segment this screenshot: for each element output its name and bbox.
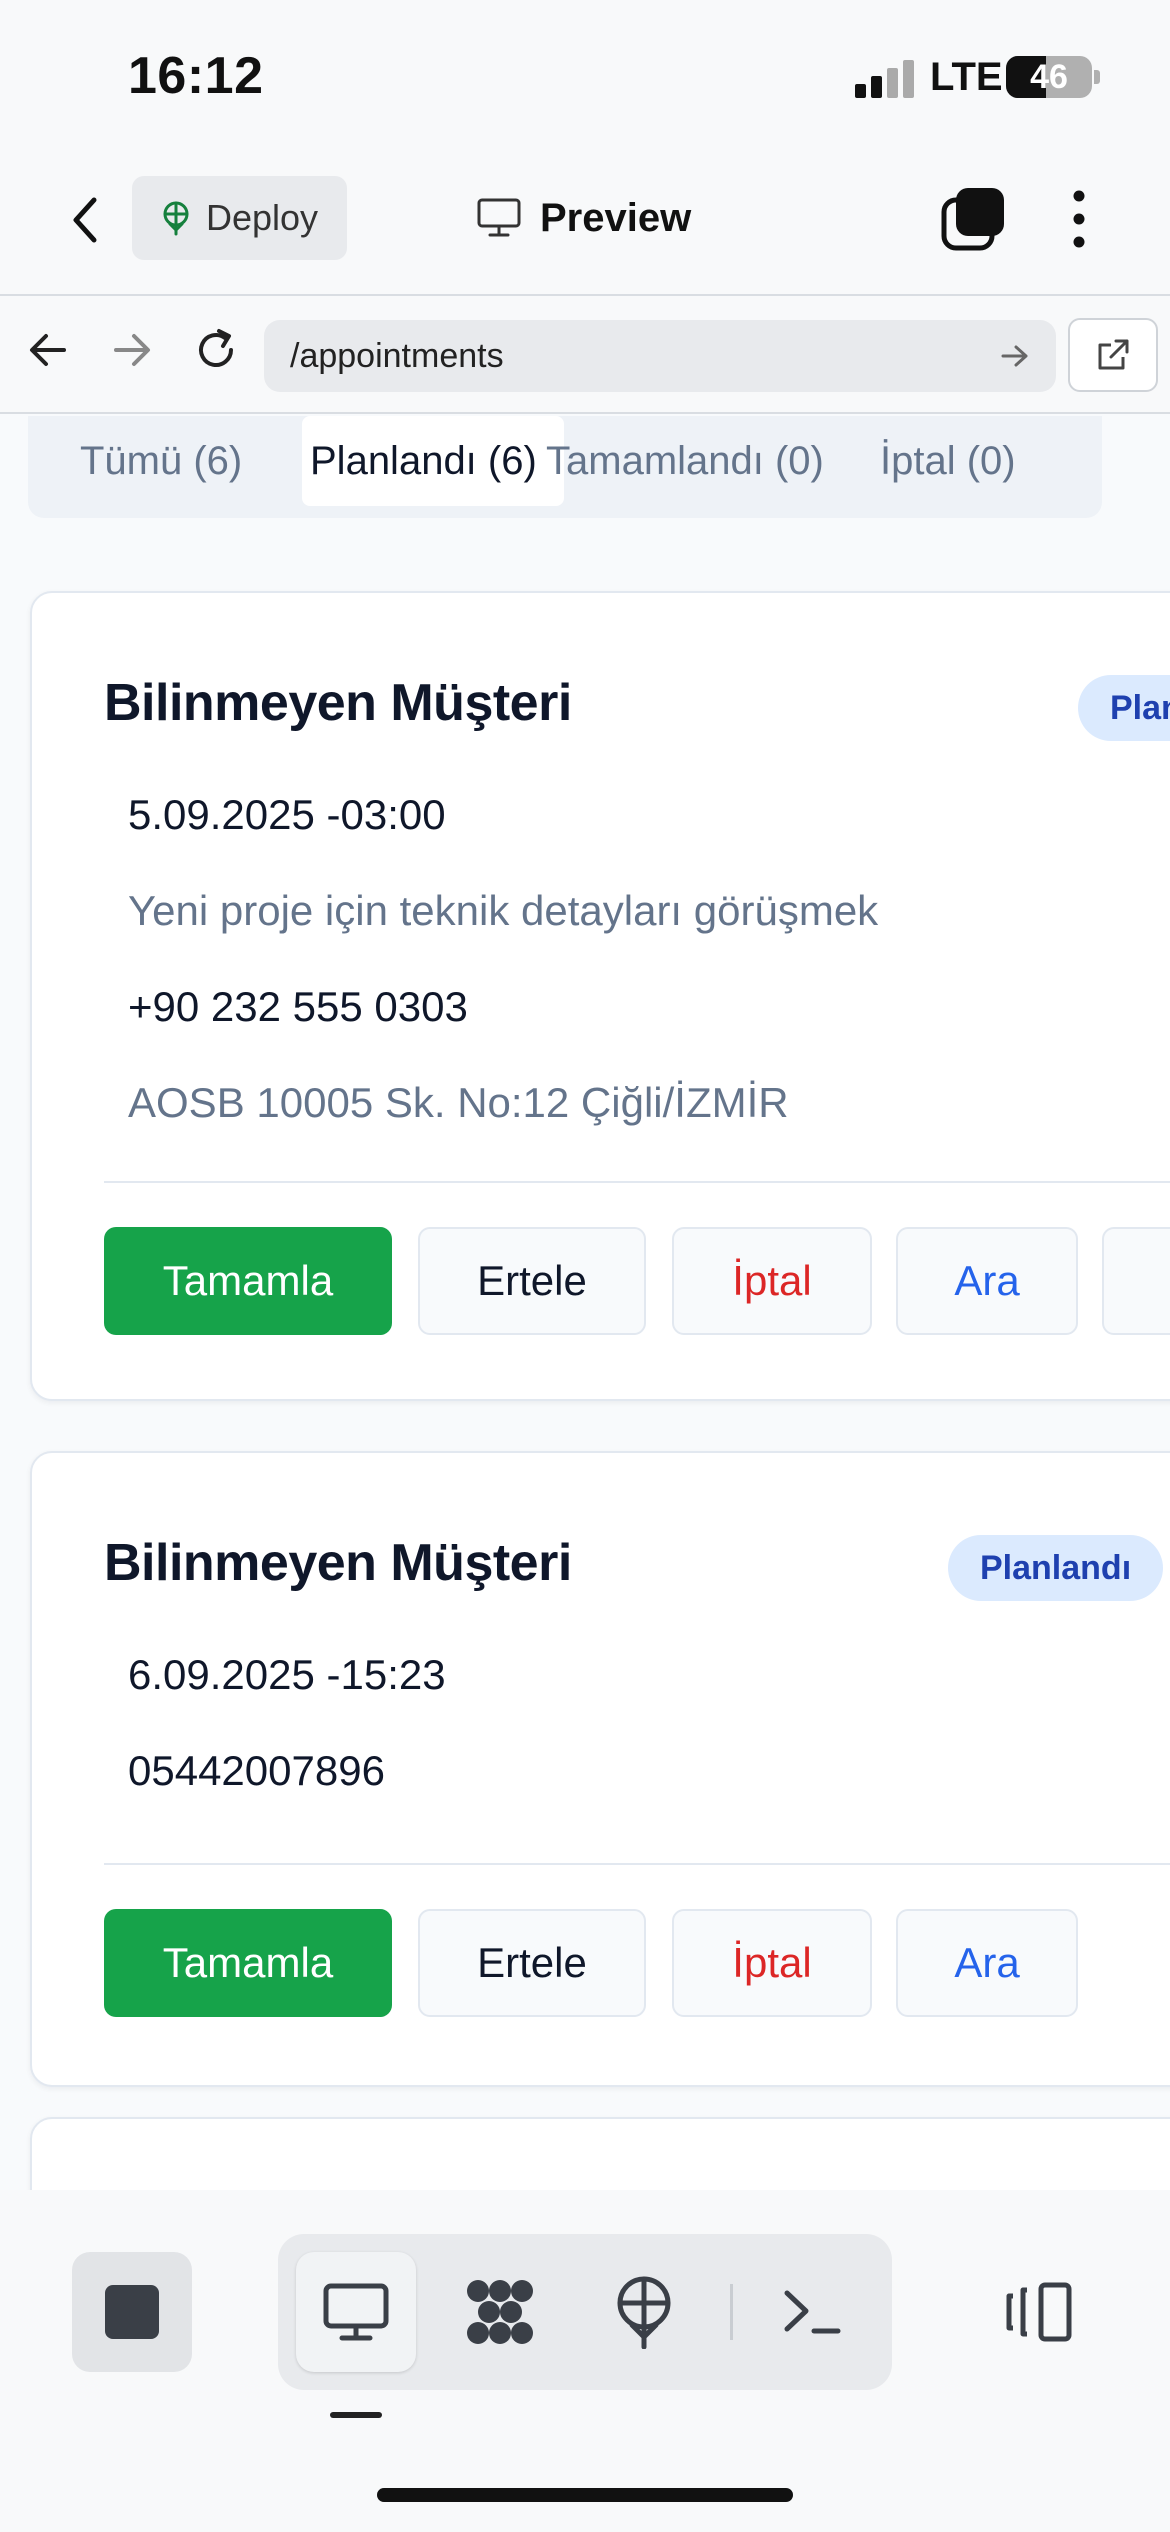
workflow-icon	[467, 2280, 533, 2344]
tabs-icon[interactable]	[940, 186, 1006, 252]
deploy-tool-button[interactable]	[584, 2252, 704, 2372]
status-time: 16:12	[128, 47, 264, 105]
battery-tip	[1094, 70, 1100, 84]
tool-group	[278, 2234, 892, 2390]
tab-all[interactable]: Tümü (6)	[80, 416, 242, 506]
browser-back-button[interactable]	[18, 320, 78, 380]
appointment-datetime: 6.09.2025 -15:23	[128, 1651, 446, 1698]
external-link-icon	[1098, 339, 1129, 370]
card-divider	[104, 1181, 1170, 1183]
appointment-phone: +90 232 555 0303	[128, 983, 468, 1030]
reload-icon	[199, 329, 233, 367]
status-badge: Planlandı	[1078, 675, 1170, 741]
url-text: /appointments	[290, 336, 504, 375]
stop-button[interactable]	[72, 2252, 192, 2372]
arrow-left-icon	[30, 334, 66, 366]
monitor-icon	[323, 2283, 389, 2341]
appointment-datetime: 5.09.2025 -03:00	[128, 791, 446, 838]
deploy-button[interactable]: Deploy	[132, 176, 347, 260]
appointment-card	[30, 2117, 1170, 2190]
split-view-icon	[1006, 2282, 1072, 2342]
browser-bar: /appointments	[0, 296, 1170, 414]
tab-planned[interactable]: Planlandı (6)	[302, 416, 564, 506]
toolbar-separator	[730, 2284, 733, 2340]
deploy-icon	[617, 2276, 671, 2349]
appointments-view: Tümü (6) Planlandı (6) Tamamlandı (0) İp…	[0, 416, 1170, 2190]
complete-button[interactable]: Tamamla	[104, 1227, 392, 1335]
preview-label: Preview	[540, 195, 692, 240]
postpone-button[interactable]: Ertele	[418, 1227, 646, 1335]
terminal-icon	[784, 2290, 841, 2334]
preview-tool-button[interactable]	[296, 2252, 416, 2372]
split-view-button[interactable]	[996, 2252, 1080, 2372]
active-tool-indicator	[330, 2412, 382, 2418]
status-bar: 16:12 LTE 46	[0, 0, 1170, 150]
monitor-icon	[477, 198, 521, 237]
browser-forward-button[interactable]	[102, 320, 162, 380]
arrow-right-icon	[114, 334, 150, 366]
back-button[interactable]	[60, 185, 110, 255]
complete-button[interactable]: Tamamla	[104, 1909, 392, 2017]
signal-icon	[855, 58, 915, 98]
go-arrow-icon[interactable]	[1000, 343, 1030, 369]
customer-name: Bilinmeyen Müşteri	[104, 1534, 572, 1592]
appointment-phone: 05442007896	[128, 1747, 385, 1794]
filter-tabs: Tümü (6) Planlandı (6) Tamamlandı (0) İp…	[28, 416, 1102, 518]
more-action-button[interactable]	[1102, 1227, 1170, 1335]
chevron-left-icon	[73, 197, 97, 243]
more-vertical-icon[interactable]	[1064, 186, 1094, 252]
card-divider	[104, 1863, 1170, 1865]
call-button[interactable]: Ara	[896, 1909, 1078, 2017]
appointment-card: Bilinmeyen Müşteri Planlandı 5.09.2025 -…	[30, 591, 1170, 1401]
cancel-button[interactable]: İptal	[672, 1227, 872, 1335]
call-button[interactable]: Ara	[896, 1227, 1078, 1335]
network-label: LTE	[930, 55, 1003, 99]
stop-icon	[105, 2285, 159, 2339]
terminal-tool-button[interactable]	[752, 2252, 872, 2372]
postpone-button[interactable]: Ertele	[418, 1909, 646, 2017]
app-header: Deploy Preview	[0, 150, 1170, 296]
deploy-icon	[163, 201, 189, 236]
cancel-button[interactable]: İptal	[672, 1909, 872, 2017]
tab-cancelled[interactable]: İptal (0)	[880, 416, 1016, 506]
preview-title: Preview	[476, 188, 691, 248]
battery-level: 46	[1030, 58, 1068, 96]
appointment-address: AOSB 10005 Sk. No:12 Çiğli/İZMİR	[128, 1079, 789, 1126]
customer-name: Bilinmeyen Müşteri	[104, 674, 572, 732]
call-label: Ara	[954, 1257, 1020, 1304]
open-external-button[interactable]	[1068, 318, 1158, 392]
appointment-note: Yeni proje için teknik detayları görüşme…	[128, 887, 879, 934]
status-badge: Planlandı	[948, 1535, 1164, 1601]
url-input[interactable]: /appointments	[264, 320, 1056, 392]
tab-completed[interactable]: Tamamlandı (0)	[546, 416, 824, 506]
reload-button[interactable]	[186, 320, 246, 380]
deploy-label: Deploy	[206, 197, 319, 238]
battery-icon: 46	[1006, 56, 1092, 98]
workflow-tool-button[interactable]	[440, 2252, 560, 2372]
appointment-card: Bilinmeyen Müşteri Planlandı 6.09.2025 -…	[30, 1451, 1170, 2087]
home-indicator	[377, 2488, 793, 2502]
bottom-toolbar	[0, 2190, 1170, 2532]
